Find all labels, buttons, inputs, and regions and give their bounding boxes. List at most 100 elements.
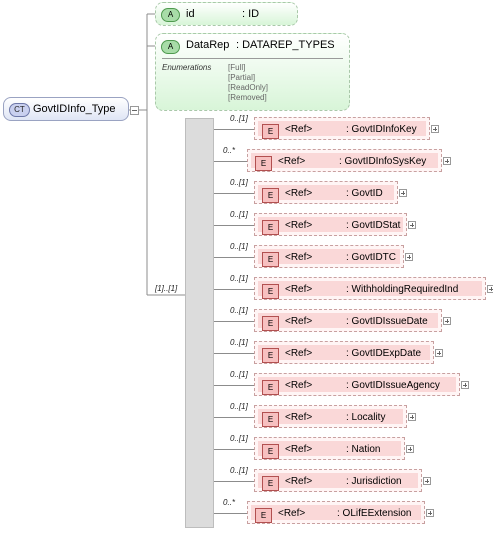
element-ref: <Ref> <box>285 188 313 199</box>
element-badge: E <box>255 508 272 523</box>
element-ref: <Ref> <box>285 444 313 455</box>
element-ref: <Ref> <box>285 380 313 391</box>
complex-type-node[interactable]: CT GovtIDInfo_Type <box>3 97 129 121</box>
expand-icon[interactable] <box>399 189 407 197</box>
expand-icon[interactable] <box>461 381 469 389</box>
element-badge: E <box>262 124 279 139</box>
attribute-badge: A <box>161 40 180 54</box>
element-body: E <Ref> : Locality <box>258 409 403 427</box>
attribute-name: DataRep <box>186 39 230 51</box>
element-body: E <Ref> : GovtID <box>258 185 394 203</box>
element-body: E <Ref> : GovtIDTC <box>258 249 400 267</box>
element-ref: <Ref> <box>285 284 313 295</box>
element-body: E <Ref> : GovtIDIssueDate <box>258 313 438 331</box>
element-badge: E <box>262 380 279 395</box>
element-body: E <Ref>: Jurisdiction <box>258 473 418 491</box>
expand-icon[interactable] <box>487 285 493 293</box>
element-ref: <Ref> <box>285 220 313 231</box>
element-occurrence: 0..* <box>223 498 236 507</box>
attribute-divider <box>162 58 343 59</box>
element-badge: E <box>262 476 279 491</box>
element-occurrence: 0..[1] <box>230 114 248 123</box>
expand-icon[interactable] <box>431 125 439 133</box>
expand-icon[interactable] <box>443 317 451 325</box>
element-name: : GovtIDTC <box>346 252 397 263</box>
element-occurrence: 0..[1] <box>230 178 248 187</box>
complex-type-name: GovtIDInfo_Type <box>33 103 116 115</box>
sequence-compositor[interactable] <box>185 118 214 528</box>
element-node[interactable]: E <Ref> : Nation <box>254 437 405 460</box>
element-badge: E <box>262 412 279 427</box>
element-name: : GovtIDStat <box>346 220 401 231</box>
element-name: : OLifEExtension <box>337 508 412 519</box>
element-badge: E <box>262 220 279 235</box>
element-node[interactable]: E <Ref>: GovtIDInfoSysKey <box>247 149 442 172</box>
element-name: : Nation <box>346 444 381 455</box>
attribute-id[interactable]: A id : ID <box>155 2 298 26</box>
attribute-name: id <box>186 8 195 20</box>
element-occurrence: 0..[1] <box>230 242 248 251</box>
element-node[interactable]: E <Ref> : GovtIDIssueDate <box>254 309 442 332</box>
expand-icon[interactable] <box>443 157 451 165</box>
element-badge: E <box>262 284 279 299</box>
element-name: : GovtIDExpDate <box>346 348 422 359</box>
sequence-occurrence: [1]..[1] <box>155 284 178 293</box>
element-node[interactable]: E <Ref> : OLifEExtension <box>247 501 425 524</box>
element-node[interactable]: E <Ref> : GovtIDTC <box>254 245 404 268</box>
element-occurrence: 0..[1] <box>230 306 248 315</box>
element-node[interactable]: E <Ref> : GovtID <box>254 181 398 204</box>
element-body: E <Ref> : Nation <box>258 441 401 459</box>
expand-icon[interactable] <box>423 477 431 485</box>
element-node[interactable]: E <Ref> : GovtIDInfoKey <box>254 117 430 140</box>
element-ref: <Ref> <box>285 252 313 263</box>
element-ref: <Ref> <box>285 412 313 423</box>
element-badge: E <box>262 188 279 203</box>
expand-icon[interactable] <box>405 253 413 261</box>
element-node[interactable]: E <Ref> : GovtIDExpDate <box>254 341 434 364</box>
ct-collapse-icon <box>130 106 139 115</box>
attribute-badge: A <box>161 8 180 22</box>
expand-icon[interactable] <box>408 413 416 421</box>
element-badge: E <box>262 348 279 363</box>
element-occurrence: 0..[1] <box>230 370 248 379</box>
enumerations-label: Enumerations <box>162 63 212 72</box>
element-node[interactable]: E <Ref> : Locality <box>254 405 407 428</box>
expand-icon[interactable] <box>406 445 414 453</box>
element-name: : Locality <box>346 412 386 423</box>
element-body: E <Ref>: GovtIDIssueAgency <box>258 377 456 395</box>
element-occurrence: 0..[1] <box>230 338 248 347</box>
element-name: : Jurisdiction <box>346 476 402 487</box>
element-body: E <Ref> : WithholdingRequiredInd <box>258 281 482 299</box>
enumeration-value: [ReadOnly] <box>228 83 269 92</box>
element-occurrence: 0..[1] <box>230 210 248 219</box>
attribute-datarep[interactable]: A DataRep : DATAREP_TYPES Enumerations [… <box>155 33 350 111</box>
expand-icon[interactable] <box>435 349 443 357</box>
element-badge: E <box>262 444 279 459</box>
expand-icon[interactable] <box>426 509 434 517</box>
element-ref: <Ref> <box>278 508 306 519</box>
element-badge: E <box>255 156 272 171</box>
element-badge: E <box>262 252 279 267</box>
element-name: : GovtID <box>346 188 383 199</box>
element-occurrence: 0..* <box>223 146 236 155</box>
complex-type-badge: CT <box>9 103 30 117</box>
element-node[interactable]: E <Ref>: Jurisdiction <box>254 469 422 492</box>
element-ref: <Ref> <box>285 348 313 359</box>
enumeration-value: [Partial] <box>228 73 256 82</box>
expand-icon[interactable] <box>408 221 416 229</box>
element-body: E <Ref>: GovtIDInfoSysKey <box>251 153 438 171</box>
element-body: E <Ref> : GovtIDStat <box>258 217 403 235</box>
element-occurrence: 0..[1] <box>230 274 248 283</box>
element-occurrence: 0..[1] <box>230 434 248 443</box>
element-node[interactable]: E <Ref> : WithholdingRequiredInd <box>254 277 486 300</box>
element-name: : WithholdingRequiredInd <box>346 284 459 295</box>
element-badge: E <box>262 316 279 331</box>
element-ref: <Ref> <box>285 316 313 327</box>
element-ref: <Ref> <box>278 156 306 167</box>
element-name: : GovtIDIssueDate <box>346 316 428 327</box>
element-ref: <Ref> <box>285 124 313 135</box>
attribute-type: : DATAREP_TYPES <box>236 39 335 51</box>
element-node[interactable]: E <Ref> : GovtIDStat <box>254 213 407 236</box>
element-node[interactable]: E <Ref>: GovtIDIssueAgency <box>254 373 460 396</box>
element-name: : GovtIDInfoKey <box>346 124 417 135</box>
